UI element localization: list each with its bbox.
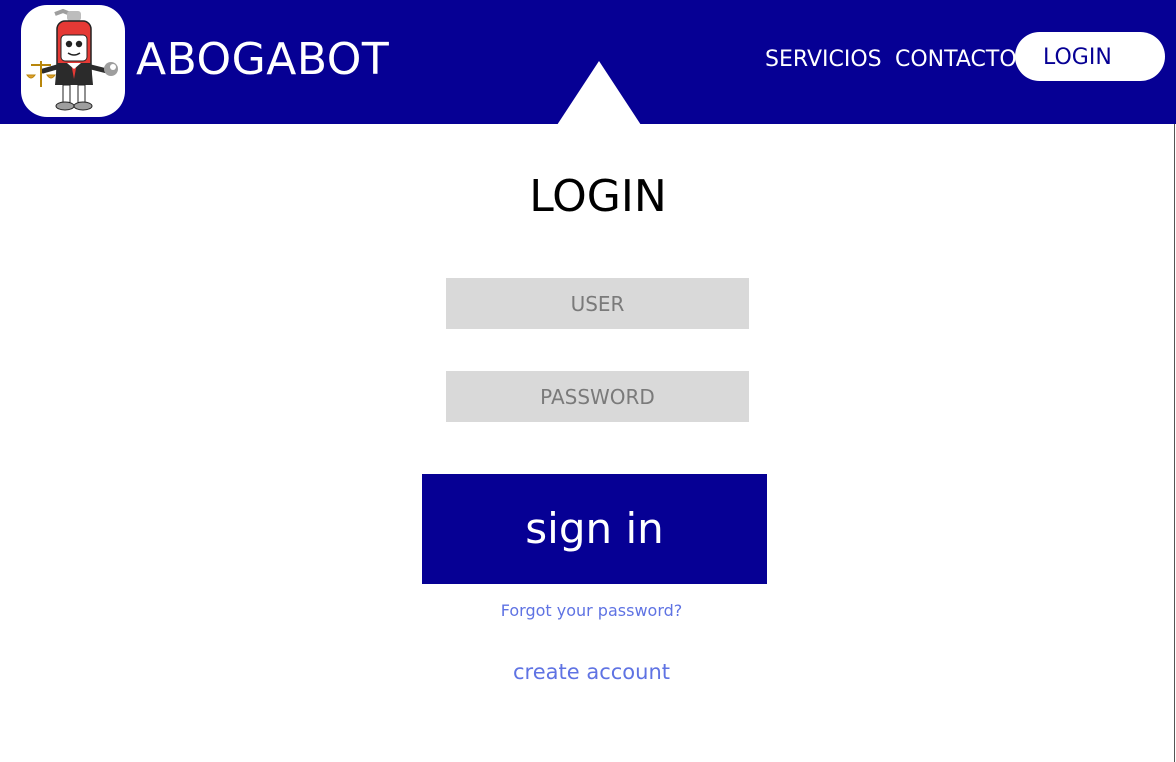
- top-navigation-bar: ABOGABOT SERVICIOS CONTACTO LOGIN: [0, 0, 1176, 125]
- password-input[interactable]: [446, 371, 749, 422]
- user-input[interactable]: [446, 278, 749, 329]
- page-title: LOGIN: [529, 171, 667, 222]
- create-account-link[interactable]: create account: [0, 658, 1176, 686]
- nav-services-link[interactable]: SERVICIOS: [765, 44, 882, 76]
- sign-in-button[interactable]: sign in: [422, 474, 767, 584]
- active-tab-notch: [557, 61, 641, 125]
- nav-login-label: LOGIN: [1043, 45, 1112, 70]
- nav-contact-link[interactable]: CONTACTO: [895, 44, 1017, 76]
- nav-login-button[interactable]: LOGIN: [1015, 32, 1165, 81]
- robot-lawyer-mascot-icon[interactable]: [21, 5, 125, 117]
- forgot-password-link[interactable]: Forgot your password?: [0, 600, 1176, 622]
- brand-name[interactable]: ABOGABOT: [136, 32, 389, 88]
